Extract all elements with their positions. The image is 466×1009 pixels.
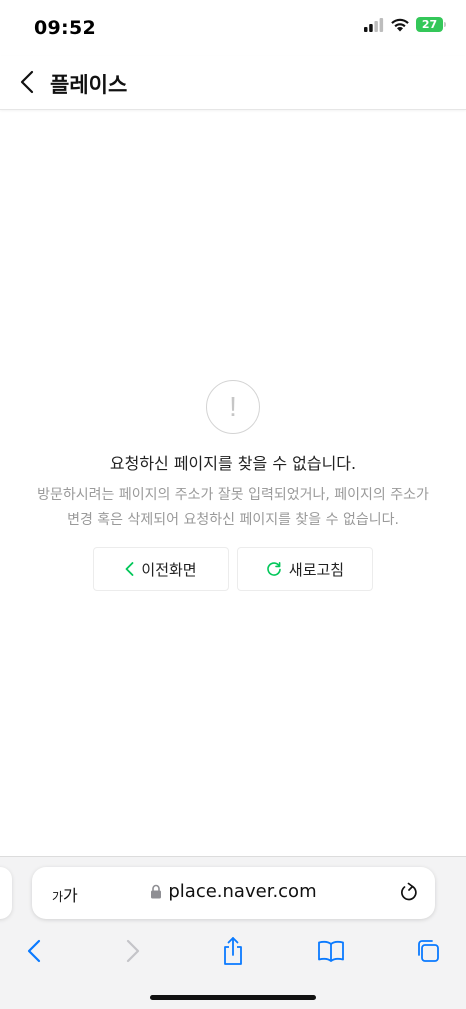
nav-header: 플레이스 — [0, 56, 466, 110]
refresh-icon — [267, 562, 281, 576]
reload-icon — [401, 882, 417, 901]
tabs-icon — [418, 940, 439, 962]
bookmarks-icon — [318, 940, 344, 962]
browser-toolbar — [0, 931, 466, 971]
browser-forward-button[interactable] — [113, 931, 153, 971]
error-description-line-2: 변경 혹은 삭제되어 요청하신 페이지를 찾을 수 없습니다. — [67, 512, 399, 528]
page-title: 플레이스 — [50, 73, 128, 97]
lock-icon — [151, 884, 162, 899]
share-button[interactable] — [213, 931, 253, 971]
wifi-icon — [391, 18, 409, 31]
chevron-left-icon — [20, 70, 34, 94]
exclamation-icon: ! — [206, 380, 260, 434]
reload-button[interactable] — [399, 881, 419, 907]
action-buttons: 이전화면 새로고침 — [0, 547, 466, 591]
previous-screen-button[interactable]: 이전화면 — [93, 547, 229, 591]
home-indicator[interactable] — [150, 995, 316, 1000]
chevron-left-icon — [125, 562, 134, 576]
forward-icon — [126, 939, 140, 963]
status-bar: 09:52 27 — [0, 0, 466, 56]
browser-back-button[interactable] — [14, 931, 54, 971]
battery-level: 27 — [416, 17, 443, 32]
refresh-label: 새로고침 — [288, 560, 345, 579]
back-button[interactable] — [14, 68, 40, 96]
error-description: 방문하시려는 페이지의 주소가 잘못 입력되었거나, 페이지의 주소가 변경 혹… — [0, 483, 466, 533]
url-text: place.naver.com — [168, 881, 317, 902]
address-bar[interactable]: 가가 place.naver.com — [32, 867, 435, 919]
error-message-area: ! 요청하신 페이지를 찾을 수 없습니다. 방문하시려는 페이지의 주소가 잘… — [0, 380, 466, 533]
battery-icon: 27 — [416, 17, 446, 32]
url-display: place.naver.com — [32, 881, 435, 902]
error-title: 요청하신 페이지를 찾을 수 없습니다. — [109, 454, 357, 473]
previous-screen-label: 이전화면 — [141, 560, 197, 579]
status-time: 09:52 — [34, 17, 96, 39]
status-icons: 27 — [364, 17, 446, 32]
browser-bottom-bar: 가가 place.naver.com — [0, 856, 466, 1009]
back-icon — [27, 939, 41, 963]
cellular-signal-icon — [364, 17, 384, 32]
share-icon — [224, 937, 242, 965]
refresh-button[interactable]: 새로고침 — [237, 547, 373, 591]
previous-tab-peek[interactable] — [0, 867, 12, 919]
error-description-line-1: 방문하시려는 페이지의 주소가 잘못 입력되었거나, 페이지의 주소가 — [37, 487, 429, 503]
tabs-button[interactable] — [408, 931, 448, 971]
bookmarks-button[interactable] — [311, 931, 351, 971]
